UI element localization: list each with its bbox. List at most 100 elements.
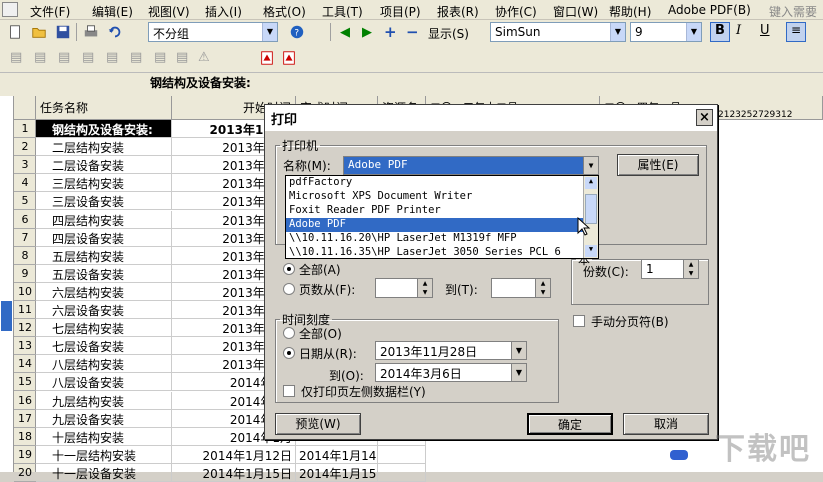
row-number[interactable]: 3 xyxy=(14,156,36,175)
row-number[interactable]: 11 xyxy=(14,301,36,319)
spinner-arrows-icon[interactable]: ▲ ▼ xyxy=(535,279,550,297)
resource-cell[interactable] xyxy=(378,445,426,464)
menu-tools[interactable]: 工具(T) xyxy=(322,3,363,20)
row-number[interactable]: 2 xyxy=(14,138,36,157)
menu-collaborate[interactable]: 协作(C) xyxy=(495,3,537,20)
scroll-down-icon[interactable]: ▼ xyxy=(585,245,597,257)
pdf-icon[interactable] xyxy=(258,49,276,67)
undo-icon[interactable] xyxy=(106,23,124,41)
task-name-cell[interactable]: 七层设备安装 xyxy=(36,337,172,356)
warning-icon[interactable]: ⚠ xyxy=(198,50,210,65)
task-name-cell[interactable]: 四层结构安装 xyxy=(36,210,172,229)
outline-icon[interactable]: ▤ xyxy=(58,50,70,65)
new-icon[interactable] xyxy=(6,23,24,41)
menu-edit[interactable]: 编辑(E) xyxy=(92,3,133,20)
row-number[interactable]: 12 xyxy=(14,319,36,338)
task-name-cell[interactable]: 六层设备安装 xyxy=(36,301,172,319)
task-name-cell[interactable]: 五层结构安装 xyxy=(36,246,172,265)
task-name-cell[interactable]: 八层结构安装 xyxy=(36,355,172,374)
printer-name-dropdown[interactable]: Adobe PDF ▼ xyxy=(343,156,599,175)
task-name-cell[interactable]: 八层设备安装 xyxy=(36,373,172,392)
task-name-cell[interactable]: 四层设备安装 xyxy=(36,228,172,247)
underline-button[interactable]: U xyxy=(760,23,770,38)
chevron-down-icon[interactable]: ▼ xyxy=(583,157,598,174)
task-name-cell[interactable]: 三层结构安装 xyxy=(36,174,172,193)
outline-icon[interactable]: ▤ xyxy=(154,50,166,65)
bold-button[interactable]: B xyxy=(710,22,730,42)
view-bar-tab[interactable] xyxy=(1,301,12,331)
timescale-all-radio[interactable] xyxy=(283,327,295,339)
task-name-cell[interactable]: 十一层设备安装 xyxy=(36,463,172,482)
outline-icon[interactable]: ▤ xyxy=(82,50,94,65)
left-columns-checkbox[interactable] xyxy=(283,385,295,397)
menu-insert[interactable]: 插入(I) xyxy=(205,3,242,20)
outline-icon[interactable]: ▤ xyxy=(34,50,46,65)
row-number[interactable]: 15 xyxy=(14,373,36,392)
finish-cell[interactable]: 2014年1月15日 xyxy=(296,463,378,482)
row-number[interactable]: 17 xyxy=(14,410,36,428)
outline-icon[interactable]: ▤ xyxy=(176,50,188,65)
task-name-cell[interactable]: 五层设备安装 xyxy=(36,264,172,283)
menu-adobe-pdf[interactable]: Adobe PDF(B) xyxy=(668,3,751,17)
row-number[interactable]: 5 xyxy=(14,192,36,211)
formula-text[interactable]: 钢结构及设备安装: xyxy=(150,74,251,91)
save-icon[interactable] xyxy=(54,23,72,41)
row-number[interactable]: 6 xyxy=(14,211,36,229)
arrow-left-icon[interactable]: ◀ xyxy=(340,25,350,40)
chevron-down-icon[interactable]: ▼ xyxy=(262,23,277,41)
row-number[interactable]: 1 xyxy=(14,120,36,138)
spinner-arrows-icon[interactable]: ▲ ▼ xyxy=(417,279,432,297)
task-name-cell[interactable]: 十层结构安装 xyxy=(36,427,172,446)
printer-option[interactable]: Foxit Reader PDF Printer xyxy=(286,204,583,218)
menu-format[interactable]: 格式(O) xyxy=(263,3,306,20)
row-number[interactable]: 19 xyxy=(14,446,36,464)
outline-icon[interactable]: ▤ xyxy=(106,50,118,65)
open-icon[interactable] xyxy=(30,23,48,41)
row-number[interactable]: 20 xyxy=(14,464,36,482)
row-number[interactable]: 4 xyxy=(14,174,36,193)
row-number[interactable]: 13 xyxy=(14,337,36,356)
properties-button[interactable]: 属性(E) xyxy=(617,154,699,176)
start-cell[interactable]: 2014年1月15日 xyxy=(172,463,296,482)
menu-view[interactable]: 视图(V) xyxy=(148,3,190,20)
chevron-down-icon[interactable]: ▼ xyxy=(686,23,701,41)
font-combo[interactable]: SimSun ▼ xyxy=(490,22,626,42)
task-name-cell[interactable]: 二层结构安装 xyxy=(36,138,172,157)
printer-option[interactable]: \\10.11.16.35\HP LaserJet 3050 Series PC… xyxy=(286,246,583,260)
pdf-email-icon[interactable] xyxy=(280,49,298,67)
font-size-combo[interactable]: 9 ▼ xyxy=(630,22,702,42)
scroll-up-icon[interactable]: ▲ xyxy=(585,177,597,189)
ok-button[interactable]: 确定 xyxy=(527,413,613,435)
all-pages-radio[interactable] xyxy=(283,263,295,275)
task-name-cell[interactable]: 六层结构安装 xyxy=(36,282,172,301)
task-name-cell[interactable]: 钢结构及设备安装: xyxy=(36,120,172,138)
printer-option[interactable]: \\10.11.16.20\HP LaserJet M1319f MFP xyxy=(286,232,583,246)
row-number[interactable]: 10 xyxy=(14,283,36,301)
timescale-dates-radio[interactable] xyxy=(283,347,295,359)
page-to-spinner[interactable]: ▲ ▼ xyxy=(491,278,551,298)
row-number[interactable]: 7 xyxy=(14,229,36,247)
task-name-cell[interactable]: 七层结构安装 xyxy=(36,319,172,338)
app-icon[interactable] xyxy=(2,2,18,17)
resource-cell[interactable] xyxy=(378,463,426,482)
row-number[interactable]: 8 xyxy=(14,247,36,265)
start-cell[interactable]: 2014年1月12日 xyxy=(172,445,296,464)
cancel-button[interactable]: 取消 xyxy=(623,413,709,435)
italic-button[interactable]: I xyxy=(736,23,741,38)
corner-cell[interactable] xyxy=(14,96,35,120)
row-number[interactable]: 18 xyxy=(14,428,36,446)
copies-spinner[interactable]: 1 ▲ ▼ xyxy=(641,259,699,279)
date-from-dropdown[interactable]: 2013年11月28日 ▼ xyxy=(375,341,527,360)
page-range-radio[interactable] xyxy=(283,283,295,295)
menu-report[interactable]: 报表(R) xyxy=(437,3,479,20)
menu-file[interactable]: 文件(F) xyxy=(30,3,70,20)
table-row[interactable]: 十一层设备安装2014年1月15日2014年1月15日 xyxy=(36,463,466,482)
printer-option[interactable]: Adobe PDF xyxy=(286,218,583,232)
row-number[interactable]: 9 xyxy=(14,265,36,283)
chevron-down-icon[interactable]: ▼ xyxy=(511,342,526,359)
minus-icon[interactable]: − xyxy=(406,23,419,41)
manual-break-checkbox[interactable] xyxy=(573,315,585,327)
header-task-name[interactable]: 任务名称 xyxy=(36,96,172,120)
group-combo[interactable]: 不分组 ▼ xyxy=(148,22,278,42)
preview-button[interactable]: 预览(W) xyxy=(275,413,361,435)
